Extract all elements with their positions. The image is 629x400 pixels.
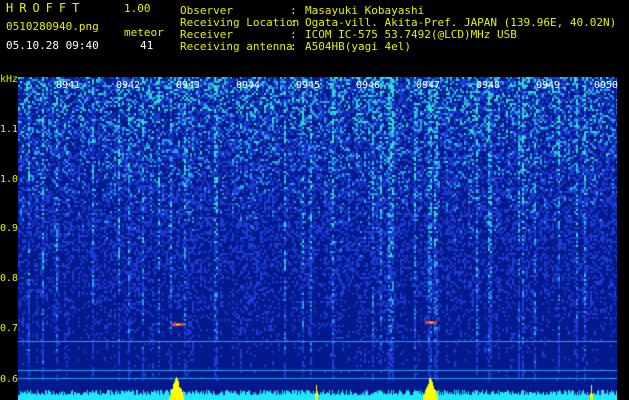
time-tick-0948: 0948 (476, 80, 501, 91)
freq-tick-0-6: 0.6 (0, 374, 19, 385)
antenna-separator: : (290, 40, 297, 53)
time-tick-0941: 0941 (56, 80, 81, 91)
freq-tick-1-0: 1.0 (0, 174, 19, 185)
meteor-count: 41 (140, 39, 154, 52)
time-tick-0946: 0946 (356, 80, 381, 91)
time-tick-0950: 0950 (594, 80, 619, 91)
antenna-label: Receiving antenna (180, 40, 293, 53)
freq-tick-0-8: 0.8 (0, 273, 19, 284)
time-tick-0942: 0942 (116, 80, 141, 91)
hrofft-window: HROFFT 1.00 0510280940.png meteor 05.10.… (0, 0, 629, 400)
timestamp: 05.10.28 09:40 (6, 39, 99, 52)
frequency-unit-label: kHz (0, 74, 19, 85)
file-name: 0510280940.png (6, 20, 99, 33)
app-version: 1.00 (124, 2, 151, 15)
spectrogram-plot (18, 77, 617, 400)
time-tick-0949: 0949 (536, 80, 561, 91)
freq-tick-0-7: 0.7 (0, 323, 19, 334)
spectrogram-canvas (18, 77, 617, 400)
antenna-value: A504HB(yagi 4el) (305, 40, 411, 53)
meteor-label: meteor (124, 26, 164, 39)
freq-tick-1-1: 1.1 (0, 124, 19, 135)
app-title: HROFFT (6, 1, 86, 15)
time-tick-0944: 0944 (236, 80, 261, 91)
time-tick-0947: 0947 (416, 80, 441, 91)
time-tick-0945: 0945 (296, 80, 321, 91)
time-tick-0943: 0943 (176, 80, 201, 91)
freq-tick-0-9: 0.9 (0, 223, 19, 234)
